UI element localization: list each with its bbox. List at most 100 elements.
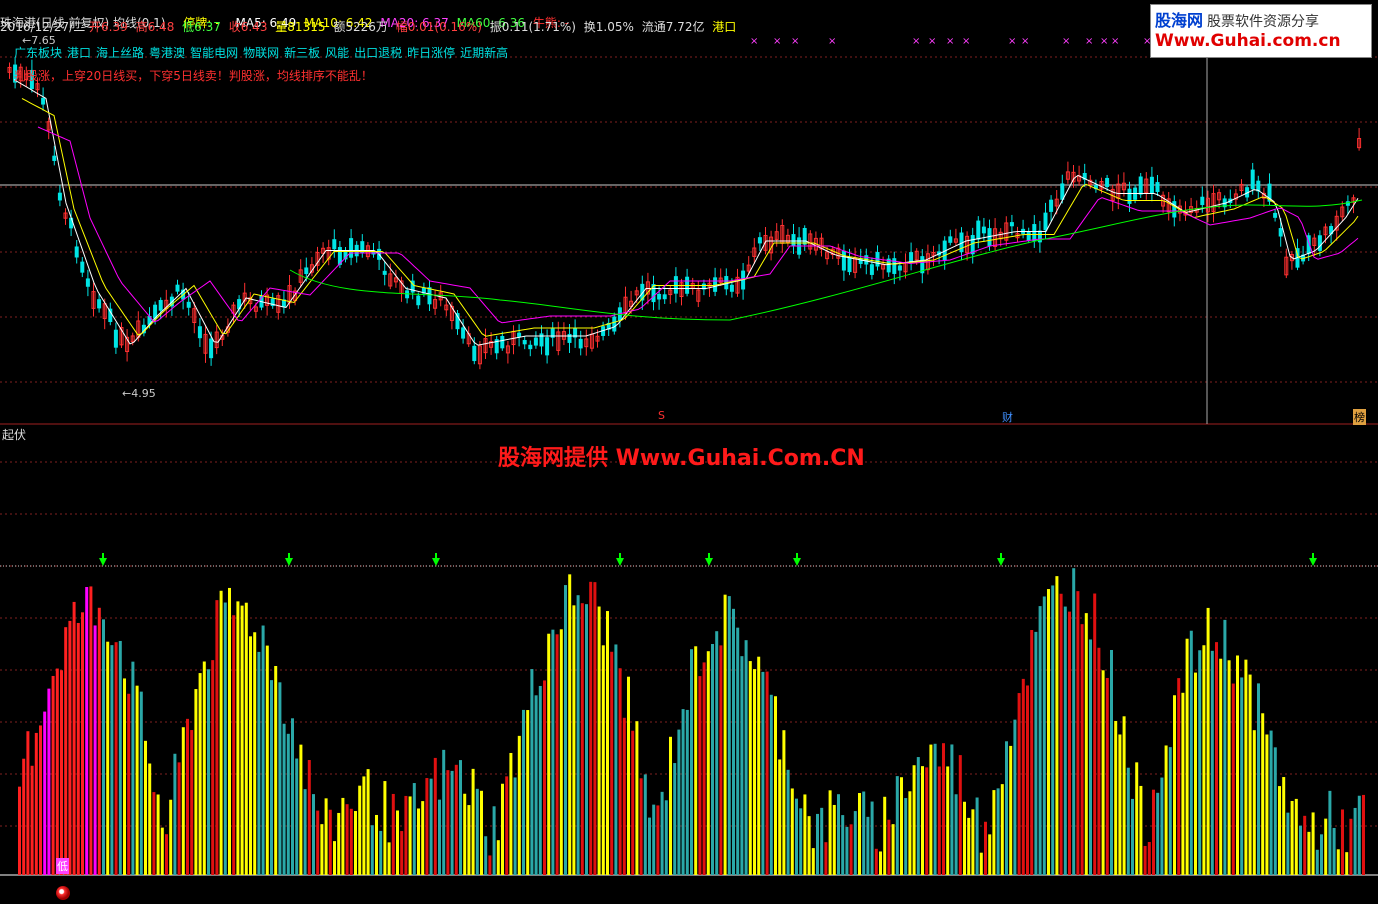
indicator-bar [341,797,345,875]
indicator-bar [904,798,908,875]
quote-volume: 量81315 [275,20,326,34]
candle-body [1278,228,1283,237]
signal-bulb-icon[interactable] [56,886,70,900]
indicator-bar [1139,785,1143,875]
indicator-bar [249,636,252,875]
logo-name: 股海网 [1155,11,1204,30]
indicator-bar [816,813,819,875]
indicator-bar [1051,585,1055,875]
indicator-bar [702,662,706,875]
candle-body [113,329,118,348]
indicator-bar [1189,630,1193,875]
indicator-bar [522,709,525,875]
candle-body [332,239,337,250]
indicator-bar [1147,842,1151,875]
indicator-bar [1126,767,1130,875]
indicator-bar [1042,596,1046,875]
indicator-bar [505,776,509,875]
indicator-bar [131,661,135,875]
indicator-bar [337,812,341,875]
indicator-bar [1265,734,1269,875]
indicator-bar [1055,576,1059,875]
indicator-bar [828,790,832,875]
buy-arrow-icon [1309,558,1317,566]
indicator-bar [513,777,517,875]
concept-tag[interactable]: 物联网 [243,46,279,60]
indicator-bar [950,744,954,875]
indicator-bar [942,743,945,875]
indicator-bar [711,643,714,875]
indicator-bar [114,642,118,875]
indicator-bar [1131,798,1134,875]
concept-tag[interactable]: 智能电网 [190,46,238,60]
indicator-bar [774,696,777,875]
indicator-bar [1005,741,1008,875]
concept-tag[interactable]: 新三板 [284,46,320,60]
indicator-bar [417,808,420,875]
indicator-bar [312,794,315,875]
indicator-bar [778,759,782,875]
indicator-bar [900,777,903,875]
indicator-bar [908,791,912,875]
candle-body [1317,235,1322,251]
indicator-bar [253,632,257,875]
indicator-bar [1097,647,1101,875]
indicator-bar [732,608,735,875]
indicator-bar [1009,745,1013,875]
candle-body [1200,196,1205,206]
indicator-bar [740,656,744,875]
indicator-bar [34,732,38,875]
indicator-bar [1143,845,1147,875]
indicator-bar [639,778,643,875]
indicator-bar [845,826,849,875]
indicator-bar [64,627,68,875]
event-x-marker: × [1100,36,1108,47]
indicator-bar [471,768,475,875]
indicator-bar [1336,849,1340,875]
candle-body [612,316,617,332]
event-marker-finance[interactable]: 财 [1002,409,1013,425]
indicator-bar [1240,677,1244,875]
candle-body [528,344,533,350]
indicator-bar [1118,734,1122,875]
indicator-bar [240,605,244,875]
indicator-bar [412,783,416,875]
indicator-bar [811,848,815,875]
concept-tag[interactable]: 粤港澳 [149,46,185,60]
indicator-bar [1135,762,1139,875]
event-marker-rank[interactable]: 榜 [1353,409,1366,425]
indicator-bar [538,685,542,875]
indicator-bar [429,778,433,875]
indicator-bar [1349,818,1353,875]
indicator-bar [677,729,681,875]
concept-tag[interactable]: 近期新高 [460,46,508,60]
event-marker-s[interactable]: S [658,409,665,422]
indicator-bar [333,841,336,875]
concept-tag[interactable]: 昨日涨停 [407,46,455,60]
indicator-bar [274,665,278,875]
concept-tag[interactable]: 出口退税 [354,46,402,60]
indicator-bar [1206,607,1210,875]
indicator-bar [198,673,202,875]
indicator-bar [988,834,992,875]
indicator-bar [261,625,265,875]
indicator-bar [858,793,861,875]
indicator-bar [144,740,147,875]
indicator-bar [316,810,320,875]
concept-tag[interactable]: 港口 [67,46,91,60]
event-x-marker: × [1085,36,1093,47]
indicator-bar [1034,631,1038,875]
indicator-bar [1181,692,1185,875]
concept-tag[interactable]: 风能 [325,46,349,60]
indicator-bar [152,792,156,875]
indicator-bar [593,582,597,875]
indicator-bar [568,574,572,875]
indicator-bar [484,836,488,875]
indicator-bar [580,603,584,875]
candle-body [802,228,807,245]
signal-note: 判股涨，上穿20日线买，下穿5日线卖！判股涨，均线排序不能乱！ [14,69,373,83]
concept-tag[interactable]: 广东板块 [14,46,62,60]
concept-tag[interactable]: 海上丝路 [96,46,144,60]
event-x-marker: × [750,36,758,47]
event-x-marker: × [1111,36,1119,47]
